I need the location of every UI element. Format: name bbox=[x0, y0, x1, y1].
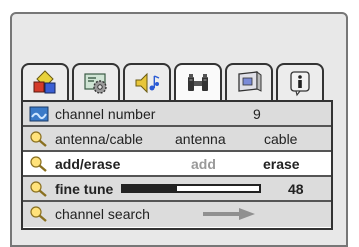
channel-search-label: channel search bbox=[55, 206, 150, 222]
fine-tune-value: 48 bbox=[288, 181, 304, 197]
tv-screen-icon bbox=[29, 106, 49, 122]
fine-tune-label: fine tune bbox=[55, 181, 114, 197]
shapes-icon bbox=[33, 69, 56, 93]
tab-settings[interactable] bbox=[72, 63, 120, 100]
magnifier-icon bbox=[30, 181, 47, 197]
row-channel-number[interactable]: channel number 9 bbox=[23, 102, 331, 127]
channel-number-label: channel number bbox=[55, 106, 156, 122]
tab-shapes[interactable] bbox=[21, 63, 69, 100]
antenna-cable-label: antenna/cable bbox=[55, 131, 143, 147]
magnifier-icon bbox=[30, 156, 47, 172]
row-channel-search[interactable]: channel search bbox=[23, 202, 331, 227]
cable-option[interactable]: cable bbox=[264, 131, 297, 147]
tab-channel[interactable] bbox=[174, 63, 222, 100]
fine-tune-slider-fill bbox=[123, 186, 178, 191]
row-fine-tune[interactable]: fine tune 48 bbox=[23, 177, 331, 202]
erase-option[interactable]: erase bbox=[263, 156, 300, 172]
magnifier-icon bbox=[30, 131, 47, 147]
row-add-erase[interactable]: add/erase add erase bbox=[23, 152, 331, 177]
add-erase-label: add/erase bbox=[55, 156, 121, 172]
binoculars-icon bbox=[188, 73, 208, 91]
tab-sound[interactable] bbox=[123, 63, 171, 100]
menu-tab-bar bbox=[21, 63, 333, 100]
monitor-icon bbox=[238, 70, 262, 92]
speaker-music-icon bbox=[135, 72, 160, 93]
info-icon bbox=[290, 70, 310, 96]
row-antenna-cable[interactable]: antenna/cable antenna cable bbox=[23, 127, 331, 152]
magnifier-icon bbox=[30, 206, 47, 222]
add-option[interactable]: add bbox=[191, 156, 216, 172]
settings-gear-icon bbox=[84, 72, 107, 94]
antenna-option[interactable]: antenna bbox=[175, 131, 226, 147]
arrow-right-icon[interactable] bbox=[203, 208, 255, 220]
channel-number-value: 9 bbox=[253, 106, 261, 122]
fine-tune-slider[interactable] bbox=[121, 184, 261, 193]
channel-menu-panel: channel number 9 antenna/cable antenna c… bbox=[21, 100, 333, 230]
tab-info[interactable] bbox=[276, 63, 324, 100]
tab-display[interactable] bbox=[225, 63, 273, 100]
